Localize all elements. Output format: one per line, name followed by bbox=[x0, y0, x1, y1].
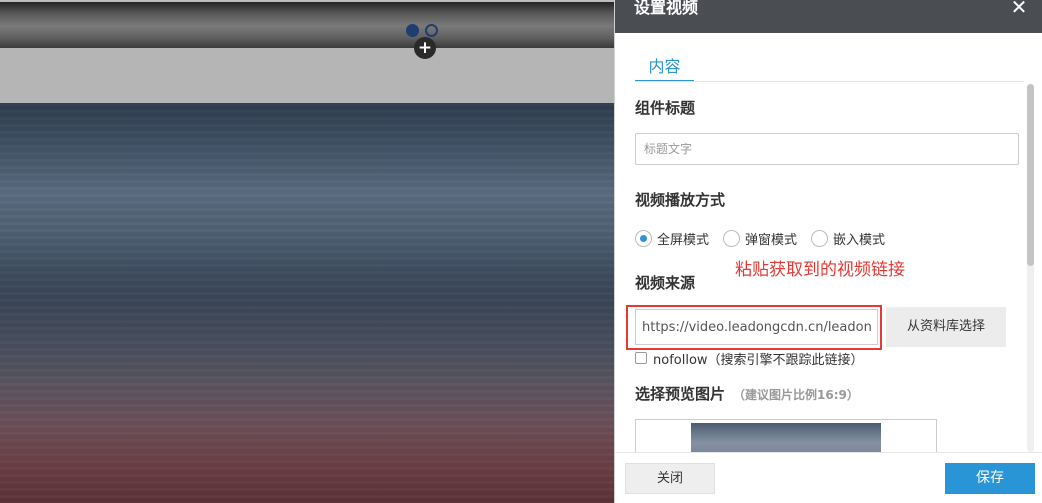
paste-link-annotation: 粘贴获取到的视频链接 bbox=[735, 260, 905, 280]
radio-fullscreen-label: 全屏模式 bbox=[657, 232, 710, 248]
component-title-input[interactable] bbox=[635, 133, 1019, 165]
close-button[interactable]: 关闭 bbox=[625, 463, 715, 494]
carousel-dot-active[interactable] bbox=[406, 24, 419, 37]
nofollow-checkbox[interactable] bbox=[635, 352, 647, 364]
nofollow-checkbox-row[interactable]: nofollow（搜索引擎不跟踪此链接） bbox=[635, 349, 864, 368]
close-icon[interactable]: ✕ bbox=[1009, 0, 1029, 19]
play-mode-radio-group: 全屏模式 弹窗模式 嵌入模式 bbox=[635, 227, 899, 249]
save-button[interactable]: 保存 bbox=[945, 463, 1035, 494]
preview-hero-image bbox=[0, 103, 614, 503]
radio-fullscreen-circle[interactable] bbox=[635, 229, 652, 247]
radio-embed[interactable]: 嵌入模式 bbox=[811, 229, 885, 248]
radio-popup-label: 弹窗模式 bbox=[745, 232, 798, 248]
url-highlight-box bbox=[626, 305, 882, 350]
carousel-dot[interactable] bbox=[425, 24, 438, 37]
tab-content[interactable]: 内容 bbox=[635, 55, 694, 82]
preview-image-label-text: 选择预览图片 bbox=[635, 385, 726, 403]
tab-divider bbox=[635, 81, 1024, 82]
panel-title: 设置视频 bbox=[634, 0, 699, 17]
scrollbar-thumb[interactable] bbox=[1027, 84, 1034, 266]
radio-popup-circle[interactable] bbox=[723, 229, 741, 247]
website-preview: + bbox=[0, 0, 614, 503]
radio-popup[interactable]: 弹窗模式 bbox=[723, 229, 797, 248]
video-settings-panel: 设置视频 ✕ 内容 组件标题 视频播放方式 全屏模式 弹窗模式 嵌入模式 粘贴获… bbox=[614, 0, 1042, 503]
preview-image-picker[interactable] bbox=[635, 419, 937, 452]
preview-image-hint: （建议图片比例16:9） bbox=[733, 388, 859, 402]
preview-image-thumbnail bbox=[691, 423, 881, 452]
preview-image-label: 选择预览图片 （建议图片比例16:9） bbox=[635, 384, 859, 405]
panel-scrollbar[interactable] bbox=[1027, 84, 1034, 452]
radio-embed-label: 嵌入模式 bbox=[833, 232, 886, 248]
add-module-icon[interactable]: + bbox=[414, 37, 436, 59]
select-from-library-button[interactable]: 从资料库选择 bbox=[886, 307, 1006, 347]
preview-top-banner bbox=[0, 0, 614, 48]
preview-gray-band bbox=[0, 48, 614, 103]
component-title-label: 组件标题 bbox=[635, 99, 696, 117]
play-mode-label: 视频播放方式 bbox=[635, 191, 726, 209]
nofollow-label: nofollow（搜索引擎不跟踪此链接） bbox=[653, 352, 864, 368]
panel-header: 设置视频 ✕ bbox=[615, 0, 1042, 33]
video-source-label: 视频来源 bbox=[635, 274, 696, 292]
radio-fullscreen[interactable]: 全屏模式 bbox=[635, 229, 709, 248]
radio-embed-circle[interactable] bbox=[811, 229, 829, 247]
panel-footer: 关闭 保存 bbox=[615, 452, 1042, 503]
